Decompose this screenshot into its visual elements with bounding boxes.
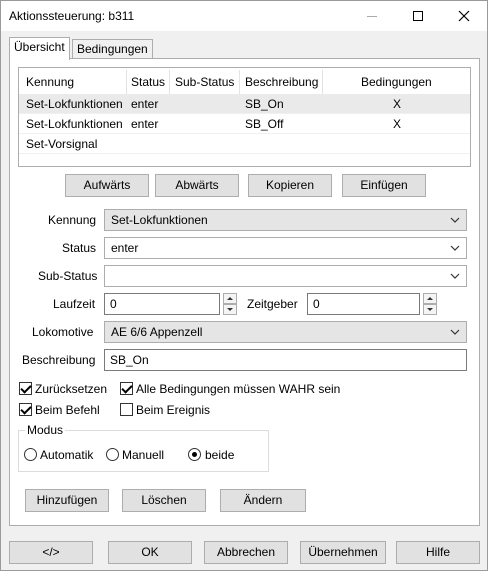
tab-label: Übersicht (14, 40, 65, 54)
lokomotive-select[interactable]: AE 6/6 Appenzell (104, 321, 467, 343)
zeitgeber-value: 0 (313, 297, 320, 311)
zeitgeber-spinner[interactable] (423, 293, 437, 315)
column-bedingungen[interactable]: Bedingungen (361, 75, 432, 89)
all-true-label[interactable]: Alle Bedingungen müssen WAHR sein (136, 382, 340, 396)
zeitgeber-label: Zeitgeber (247, 297, 298, 311)
radio-beide-label[interactable]: beide (205, 448, 234, 462)
apply-button[interactable]: Übernehmen (300, 541, 386, 564)
cell-kennung: Set-Lokfunktionen (26, 117, 123, 131)
list-item[interactable]: Set-Lokfunktionen enter SB_Off X (19, 114, 470, 133)
chevron-down-icon (450, 217, 460, 223)
minimize-button[interactable] (349, 1, 395, 31)
tab-uebersicht[interactable]: Übersicht (9, 37, 70, 60)
radio-automatik[interactable] (24, 448, 37, 461)
laufzeit-value: 0 (110, 297, 117, 311)
tab-label: Bedingungen (77, 42, 148, 56)
spin-down-button[interactable] (223, 304, 237, 315)
substatus-label: Sub-Status (38, 269, 98, 283)
radio-automatik-label[interactable]: Automatik (40, 448, 93, 462)
reset-checkbox[interactable] (19, 382, 32, 395)
substatus-select[interactable] (104, 265, 467, 287)
help-button[interactable]: Hilfe (396, 541, 480, 564)
cell-kennung: Set-Vorsignal (26, 137, 98, 151)
laufzeit-spinner[interactable] (223, 293, 237, 315)
cell-beschreibung: SB_On (245, 97, 284, 111)
cell-kennung: Set-Lokfunktionen (26, 97, 123, 111)
lokomotive-label: Lokomotive (32, 325, 94, 339)
maximize-icon (413, 11, 423, 21)
all-true-checkbox[interactable] (120, 382, 133, 395)
chevron-down-icon (450, 329, 460, 335)
kennung-value: Set-Lokfunktionen (111, 213, 208, 227)
zeitgeber-input[interactable]: 0 (307, 293, 420, 315)
on-event-checkbox[interactable] (120, 403, 133, 416)
radio-manuell[interactable] (106, 448, 119, 461)
spin-down-button[interactable] (423, 304, 437, 315)
beschreibung-input[interactable]: SB_On (104, 349, 467, 371)
cell-bedingungen: X (393, 97, 402, 111)
cell-beschreibung: SB_Off (245, 117, 284, 131)
cell-status: enter (131, 117, 159, 131)
laufzeit-input[interactable]: 0 (104, 293, 220, 315)
triangle-up-icon (427, 297, 433, 300)
on-command-label[interactable]: Beim Befehl (35, 403, 100, 417)
move-down-button[interactable]: Abwärts (155, 174, 239, 197)
window-title: Aktionssteuerung: b311 (9, 9, 135, 23)
spin-up-button[interactable] (223, 293, 237, 304)
triangle-up-icon (227, 297, 233, 300)
cancel-button[interactable]: Abbrechen (204, 541, 288, 564)
column-substatus[interactable]: Sub-Status (175, 75, 234, 89)
dialog-window: Aktionssteuerung: b311 Übersicht Bedingu… (0, 0, 488, 571)
paste-button[interactable]: Einfügen (342, 174, 426, 197)
beschreibung-label: Beschreibung (22, 353, 96, 367)
chevron-down-icon (450, 273, 460, 279)
change-button[interactable]: Ändern (220, 489, 306, 512)
title-bar: Aktionssteuerung: b311 (1, 1, 487, 31)
lokomotive-value: AE 6/6 Appenzell (111, 325, 203, 339)
radio-manuell-label[interactable]: Manuell (122, 448, 164, 462)
modus-label: Modus (25, 423, 66, 437)
ok-button[interactable]: OK (108, 541, 192, 564)
reset-label[interactable]: Zurücksetzen (35, 382, 107, 396)
minimize-icon (367, 15, 377, 17)
on-event-label[interactable]: Beim Ereignis (136, 403, 210, 417)
laufzeit-label: Laufzeit (53, 297, 96, 311)
column-kennung[interactable]: Kennung (26, 75, 74, 89)
tab-bedingungen[interactable]: Bedingungen (72, 39, 153, 60)
column-beschreibung[interactable]: Beschreibung (245, 75, 318, 89)
list-item[interactable]: Set-Vorsignal (19, 134, 470, 153)
maximize-button[interactable] (395, 1, 441, 31)
move-up-button[interactable]: Aufwärts (65, 174, 149, 197)
triangle-down-icon (427, 308, 433, 311)
code-button[interactable]: </> (9, 541, 93, 564)
beschreibung-value: SB_On (110, 353, 149, 367)
status-value: enter (111, 241, 139, 255)
status-label: Status (62, 241, 97, 255)
copy-button[interactable]: Kopieren (248, 174, 332, 197)
column-status[interactable]: Status (131, 75, 165, 89)
radio-beide[interactable] (188, 448, 201, 461)
kennung-label: Kennung (48, 213, 97, 227)
triangle-down-icon (227, 308, 233, 311)
close-icon (458, 10, 470, 22)
on-command-checkbox[interactable] (19, 403, 32, 416)
action-list[interactable]: Kennung Status Sub-Status Beschreibung B… (18, 67, 471, 167)
list-header: Kennung Status Sub-Status Beschreibung B… (19, 70, 470, 94)
spin-up-button[interactable] (423, 293, 437, 304)
status-select[interactable]: enter (104, 237, 467, 259)
kennung-select[interactable]: Set-Lokfunktionen (104, 209, 467, 231)
list-item[interactable]: Set-Lokfunktionen enter SB_On X (19, 94, 470, 113)
chevron-down-icon (450, 245, 460, 251)
cell-bedingungen: X (393, 117, 402, 131)
close-button[interactable] (441, 1, 487, 31)
delete-button[interactable]: Löschen (122, 489, 206, 512)
cell-status: enter (131, 97, 159, 111)
add-button[interactable]: Hinzufügen (25, 489, 109, 512)
